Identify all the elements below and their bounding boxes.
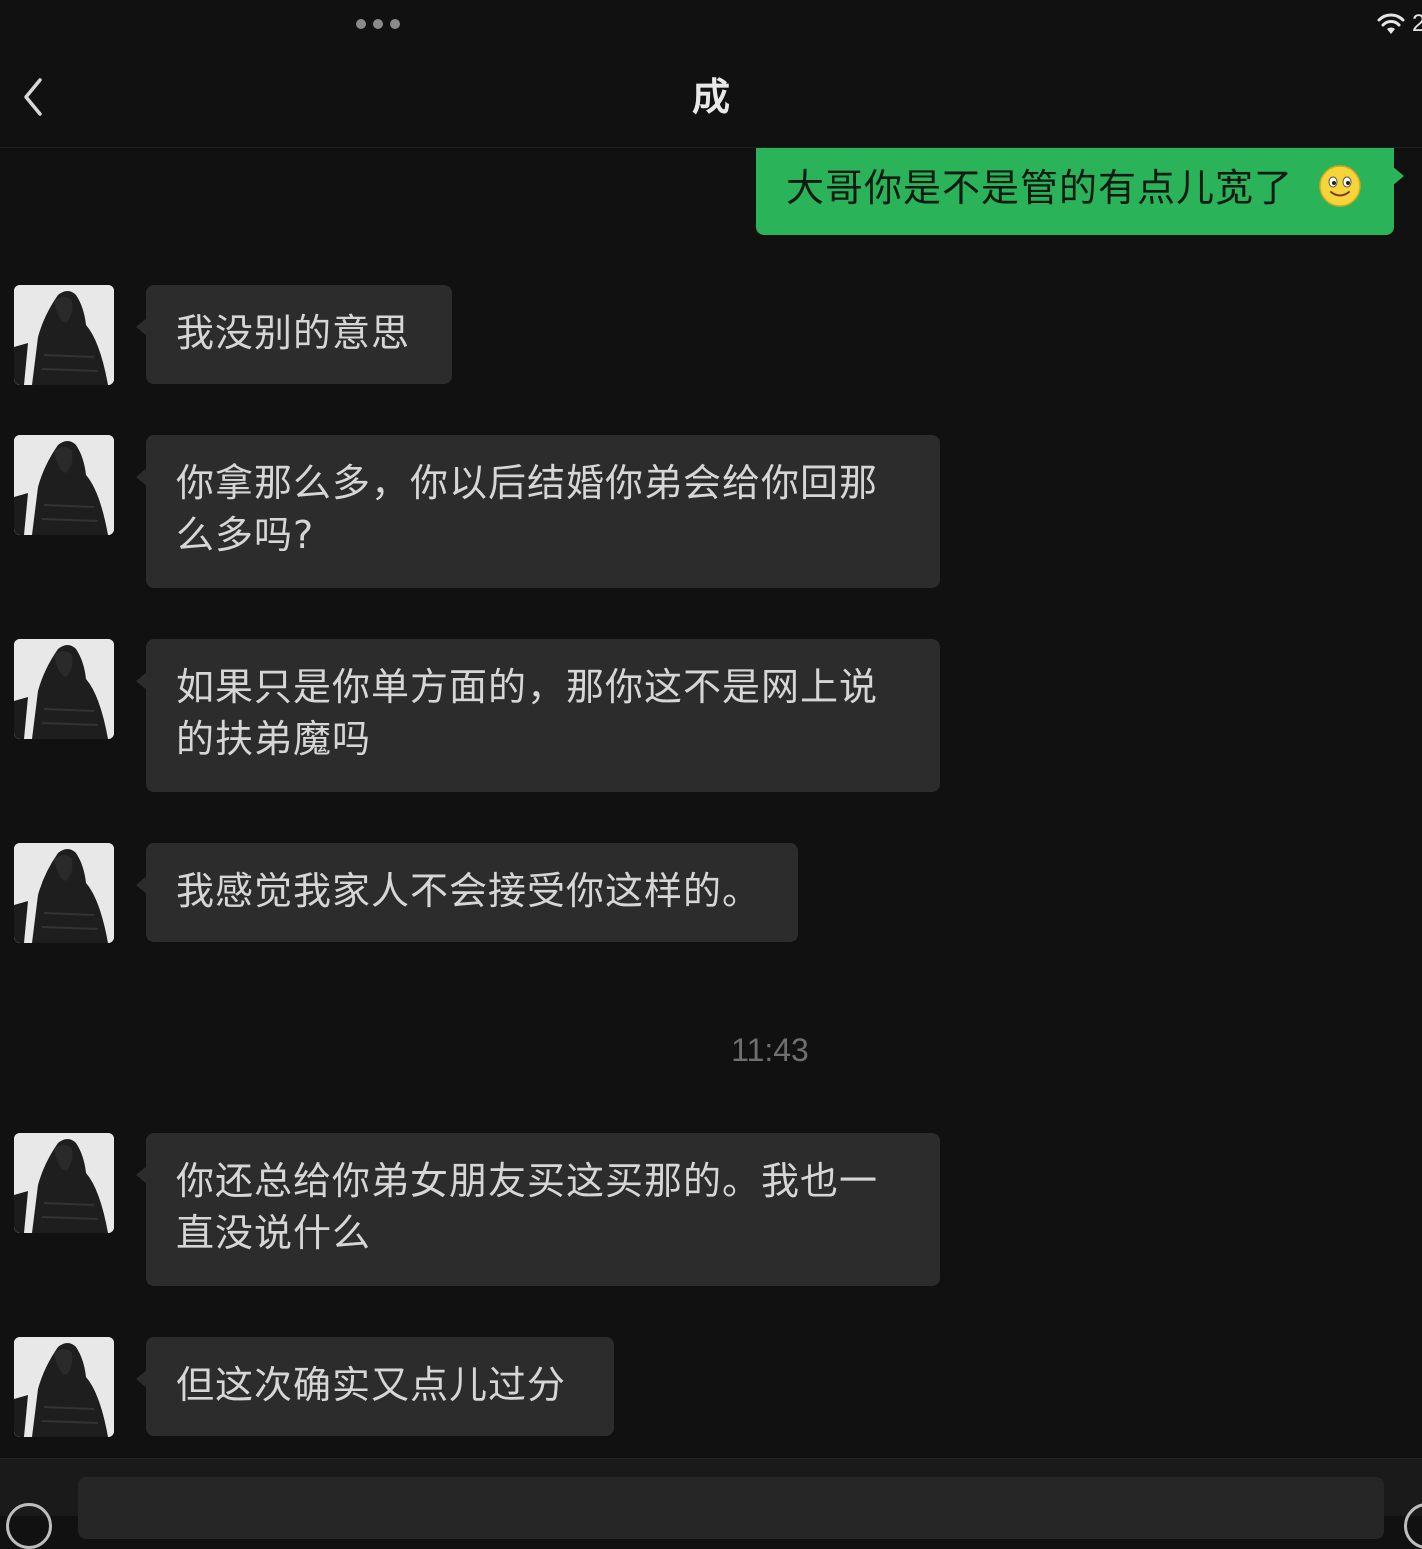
status-bar: 2 <box>0 0 1422 50</box>
received-message-bubble[interactable]: 如果只是你单方面的，那你这不是网上说的扶弟魔吗 <box>136 639 940 792</box>
received-message-bubble[interactable]: 我感觉我家人不会接受你这样的。 <box>136 843 798 942</box>
avatar[interactable] <box>14 435 114 535</box>
avatar-image <box>14 639 114 739</box>
avatar[interactable] <box>14 843 114 943</box>
smiley-emoji-icon <box>1319 165 1361 207</box>
avatar-image <box>14 843 114 943</box>
message-text: 你还总给你弟女朋友买这买那的。我也一直没说什么 <box>176 1159 879 1255</box>
avatar-image <box>14 1133 114 1233</box>
message-text: 我没别的意思 <box>176 311 411 355</box>
avatar-image <box>14 435 114 535</box>
chat-header: 成 <box>0 50 1422 148</box>
emoji-button[interactable] <box>1404 1503 1422 1549</box>
sent-message-bubble[interactable]: 大哥你是不是管的有点儿宽了 <box>756 148 1404 235</box>
avatar-image <box>14 1337 114 1437</box>
more-dots-icon <box>356 19 400 29</box>
chat-title: 成 <box>691 75 730 119</box>
message-text: 你拿那么多，你以后结婚你弟会给你回那么多吗? <box>176 461 879 557</box>
avatar-image <box>14 285 114 385</box>
received-message-bubble[interactable]: 你还总给你弟女朋友买这买那的。我也一直没说什么 <box>136 1133 940 1286</box>
sent-message-text: 大哥你是不是管的有点儿宽了 <box>786 166 1294 210</box>
input-bar <box>0 1458 1422 1549</box>
avatar[interactable] <box>14 285 114 385</box>
message-text: 如果只是你单方面的，那你这不是网上说的扶弟魔吗 <box>176 665 879 761</box>
message-text: 但这次确实又点儿过分 <box>176 1363 567 1407</box>
message-input[interactable] <box>78 1477 1384 1539</box>
message-timestamp: 11:43 <box>731 1032 809 1068</box>
avatar[interactable] <box>14 1133 114 1233</box>
battery-level: 2 <box>1412 10 1422 37</box>
avatar[interactable] <box>14 639 114 739</box>
received-message-bubble[interactable]: 你拿那么多，你以后结婚你弟会给你回那么多吗? <box>136 435 940 588</box>
message-text: 我感觉我家人不会接受你这样的。 <box>176 869 762 913</box>
received-message-bubble[interactable]: 但这次确实又点儿过分 <box>136 1337 614 1436</box>
received-message-bubble[interactable]: 我没别的意思 <box>136 285 452 384</box>
wifi-icon <box>1377 13 1405 34</box>
voice-button[interactable] <box>6 1503 52 1549</box>
avatar[interactable] <box>14 1337 114 1437</box>
